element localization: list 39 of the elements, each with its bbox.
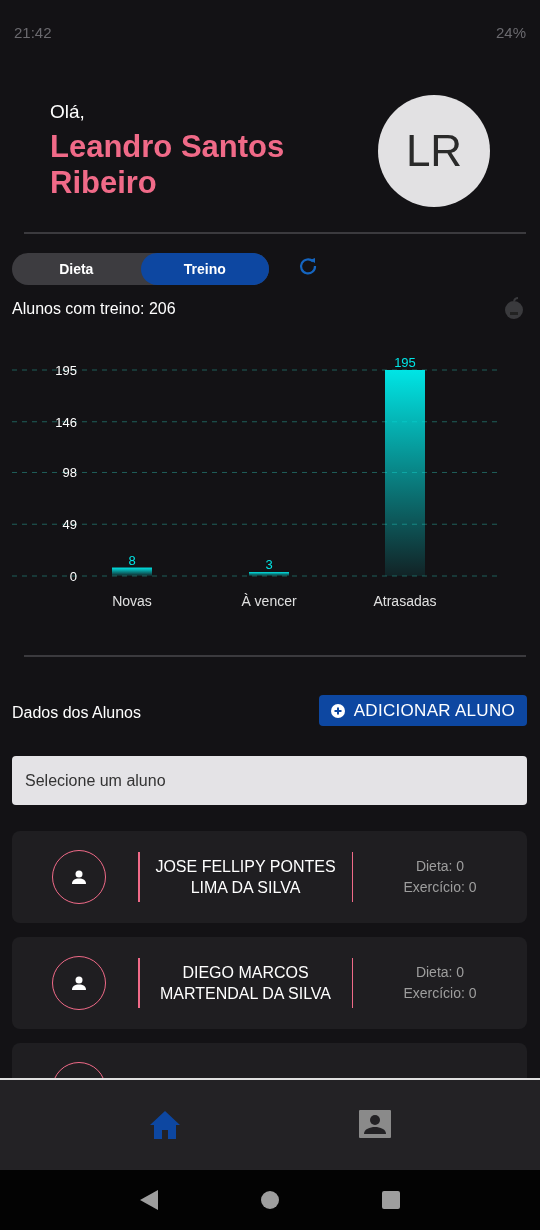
battery-level: 24% bbox=[495, 23, 526, 41]
profile-card-icon[interactable] bbox=[358, 1109, 392, 1141]
axis-tick-label: 0 bbox=[69, 569, 77, 584]
exercise-count: Exercício: 0 bbox=[402, 984, 478, 1003]
summary-text: Alunos com treino: 206 bbox=[12, 300, 176, 318]
mode-tab[interactable]: Treino bbox=[140, 253, 269, 285]
axis-tick-label: 98 bbox=[62, 465, 77, 481]
diet-count: Dieta: 0 bbox=[414, 963, 466, 982]
section-title: Dados dos Alunos bbox=[12, 704, 141, 722]
axis-tick-label: 146 bbox=[55, 414, 77, 430]
student-card[interactable]: JOSE FELLIPY PONTES LIMA DA SILVA Dieta: 0 Exercício: 0 bbox=[12, 831, 527, 923]
diet-count: Dieta: 0 bbox=[414, 857, 466, 876]
student-card[interactable]: DIEGO MARCOS MARTENDAL DA SILVA Dieta: 0 Exercício: 0 bbox=[12, 937, 527, 1029]
status-time: 21:42 bbox=[14, 23, 52, 41]
category-label: Novas bbox=[112, 593, 152, 609]
plus-circle-icon bbox=[330, 703, 345, 718]
chart-bar bbox=[112, 567, 152, 576]
back-icon[interactable] bbox=[139, 1190, 158, 1210]
bar-value-label: 8 bbox=[128, 552, 136, 568]
student-select-field[interactable]: Selecione um aluno bbox=[12, 756, 527, 805]
bar-value-label: 195 bbox=[394, 355, 416, 370]
user-avatar: LR bbox=[378, 95, 490, 207]
person-icon bbox=[71, 869, 87, 885]
student-name: DIEGO MARCOS MARTENDAL DA SILVA bbox=[159, 963, 332, 1004]
chart-bar bbox=[249, 572, 289, 576]
category-label: Atrasadas bbox=[373, 593, 437, 609]
bar-value-label: 3 bbox=[265, 557, 273, 572]
axis-tick-label: 195 bbox=[55, 363, 77, 378]
axis-tick-label: 49 bbox=[62, 517, 77, 533]
home-circle-icon[interactable] bbox=[261, 1191, 279, 1209]
greeting: Olá, bbox=[50, 101, 86, 123]
person-icon bbox=[71, 975, 87, 991]
user-name: Leandro Santos Ribeiro bbox=[50, 129, 286, 201]
add-student-button[interactable]: ADICIONAR ALUNO bbox=[318, 695, 527, 726]
recents-icon[interactable] bbox=[382, 1191, 401, 1209]
student-name: JOSE FELLIPY PONTES LIMA DA SILVA bbox=[154, 857, 337, 898]
mode-tab[interactable]: Dieta bbox=[12, 253, 141, 285]
category-label: À vencer bbox=[241, 593, 297, 609]
exercise-count: Exercício: 0 bbox=[402, 878, 478, 897]
